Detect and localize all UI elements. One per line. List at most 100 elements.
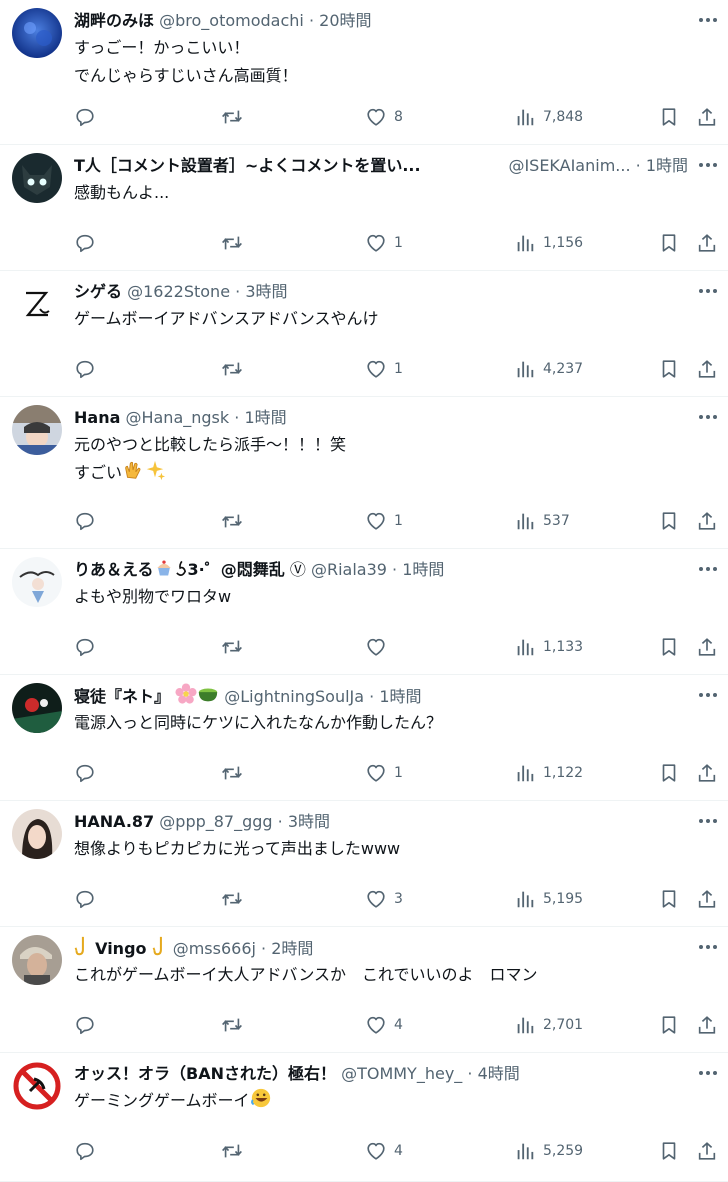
views-button[interactable]: 4,237 — [514, 357, 583, 381]
like-button[interactable]: 1 — [365, 761, 403, 785]
more-horizontal-icon[interactable] — [696, 683, 720, 707]
bookmark-button[interactable] — [658, 1013, 680, 1037]
like-button[interactable]: 8 — [365, 105, 403, 129]
more-horizontal-icon[interactable] — [696, 935, 720, 959]
post-time[interactable]: 1時間 — [646, 156, 688, 175]
reply-button[interactable] — [74, 887, 96, 911]
post-time[interactable]: 3時間 — [288, 812, 330, 831]
more-horizontal-icon[interactable] — [696, 279, 720, 303]
reply-post[interactable]: 湖畔のみほ @bro_otomodachi · 20時間 すっごー！かっこいい！… — [0, 0, 728, 145]
user-handle[interactable]: @bro_otomodachi — [159, 11, 304, 30]
reply-button[interactable] — [74, 357, 96, 381]
bookmark-button[interactable] — [658, 635, 680, 659]
display-name[interactable]: T人［コメント設置者］~よくコメントを置い... — [74, 156, 421, 175]
share-button[interactable] — [696, 231, 718, 255]
user-avatar[interactable] — [12, 809, 62, 859]
retweet-button[interactable] — [220, 635, 244, 659]
reply-post[interactable]: HANA.87 @ppp_87_ggg · 3時間 想像よりもピカピカに光って声… — [0, 801, 728, 927]
reply-button[interactable] — [74, 761, 96, 785]
user-avatar[interactable] — [12, 279, 62, 329]
display-name-suffix[interactable]: 3·゜@悶舞乱 — [188, 560, 285, 579]
reply-button[interactable] — [74, 105, 96, 129]
display-name[interactable]: オッス！オラ（BANされた）極右！ — [74, 1064, 336, 1083]
reply-button[interactable] — [74, 231, 96, 255]
views-button[interactable]: 5,195 — [514, 887, 583, 911]
reply-post[interactable]: Hana @Hana_ngsk · 1時間 元のやつと比較したら派手～！！！笑す… — [0, 397, 728, 549]
user-avatar[interactable] — [12, 935, 62, 985]
bookmark-button[interactable] — [658, 105, 680, 129]
like-button[interactable]: 4 — [365, 1139, 403, 1163]
views-button[interactable]: 1,122 — [514, 761, 583, 785]
views-button[interactable]: 2,701 — [514, 1013, 583, 1037]
user-avatar[interactable] — [12, 1061, 62, 1111]
more-horizontal-icon[interactable] — [696, 1061, 720, 1085]
bookmark-button[interactable] — [658, 231, 680, 255]
share-button[interactable] — [696, 1013, 718, 1037]
post-time[interactable]: 4時間 — [478, 1064, 520, 1083]
user-avatar[interactable] — [12, 683, 62, 733]
bookmark-button[interactable] — [658, 1139, 680, 1163]
reply-post[interactable]: オッス！オラ（BANされた）極右！ @TOMMY_hey_ · 4時間 ゲーミン… — [0, 1053, 728, 1182]
more-horizontal-icon[interactable] — [696, 557, 720, 581]
user-handle[interactable]: @1622Stone — [127, 282, 230, 301]
user-avatar[interactable] — [12, 557, 62, 607]
more-horizontal-icon[interactable] — [696, 809, 720, 833]
views-button[interactable]: 7,848 — [514, 105, 583, 129]
like-button[interactable]: 4 — [365, 1013, 403, 1037]
share-button[interactable] — [696, 105, 718, 129]
reply-button[interactable] — [74, 635, 96, 659]
user-handle[interactable]: @TOMMY_hey_ — [341, 1064, 462, 1083]
reply-post[interactable]: Vingo @mss666j · 2時間 これがゲームボーイ大人アドバンスか こ… — [0, 927, 728, 1053]
retweet-button[interactable] — [220, 231, 244, 255]
retweet-button[interactable] — [220, 357, 244, 381]
user-handle[interactable]: @Riala39 — [311, 560, 387, 579]
bookmark-button[interactable] — [658, 887, 680, 911]
user-avatar[interactable] — [12, 153, 62, 203]
retweet-button[interactable] — [220, 887, 244, 911]
retweet-button[interactable] — [220, 105, 244, 129]
post-time[interactable]: 1時間 — [244, 408, 286, 427]
post-time[interactable]: 2時間 — [271, 939, 313, 958]
more-horizontal-icon[interactable] — [696, 153, 720, 177]
display-name[interactable]: HANA.87 — [74, 812, 154, 831]
display-name[interactable]: Vingo — [95, 939, 146, 958]
user-handle[interactable]: @ppp_87_ggg — [159, 812, 272, 831]
retweet-button[interactable] — [220, 1139, 244, 1163]
like-button[interactable]: 1 — [365, 509, 403, 533]
post-time[interactable]: 20時間 — [319, 11, 371, 30]
reply-post[interactable]: T人［コメント設置者］~よくコメントを置い... @ISEKAIanim... ·… — [0, 145, 728, 271]
user-handle[interactable]: @Hana_ngsk — [125, 408, 229, 427]
reply-post[interactable]: りあ＆える 3·゜@悶舞乱 Ⓥ @Riala39 · 1時間 よもや別物でワロタw… — [0, 549, 728, 675]
share-button[interactable] — [696, 357, 718, 381]
reply-post[interactable]: 寝徒『ネト』 @LightningSoulJa · 1時間 電源入っと同時にケツ… — [0, 675, 728, 801]
more-horizontal-icon[interactable] — [696, 8, 720, 32]
reply-button[interactable] — [74, 509, 96, 533]
bookmark-button[interactable] — [658, 509, 680, 533]
views-button[interactable]: 5,259 — [514, 1139, 583, 1163]
reply-post[interactable]: シゲる @1622Stone · 3時間 ゲームボーイアドバンスアドバンスやんけ… — [0, 271, 728, 397]
share-button[interactable] — [696, 761, 718, 785]
like-button[interactable]: 1 — [365, 231, 403, 255]
bookmark-button[interactable] — [658, 357, 680, 381]
user-handle[interactable]: @ISEKAIanim... — [508, 156, 630, 175]
display-name[interactable]: りあ＆える — [74, 560, 154, 579]
user-handle[interactable]: @mss666j — [173, 939, 256, 958]
bookmark-button[interactable] — [658, 761, 680, 785]
retweet-button[interactable] — [220, 509, 244, 533]
like-button[interactable] — [365, 635, 387, 659]
reply-button[interactable] — [74, 1013, 96, 1037]
share-button[interactable] — [696, 1139, 718, 1163]
reply-button[interactable] — [74, 1139, 96, 1163]
user-avatar[interactable] — [12, 405, 62, 455]
views-button[interactable]: 537 — [514, 509, 570, 533]
display-name[interactable]: 湖畔のみほ — [74, 11, 154, 30]
share-button[interactable] — [696, 635, 718, 659]
retweet-button[interactable] — [220, 1013, 244, 1037]
post-time[interactable]: 1時間 — [379, 687, 421, 706]
like-button[interactable]: 3 — [365, 887, 403, 911]
retweet-button[interactable] — [220, 761, 244, 785]
views-button[interactable]: 1,133 — [514, 635, 583, 659]
display-name[interactable]: Hana — [74, 408, 120, 427]
display-name[interactable]: 寝徒『ネト』 — [74, 687, 170, 706]
display-name[interactable]: シゲる — [74, 282, 122, 301]
